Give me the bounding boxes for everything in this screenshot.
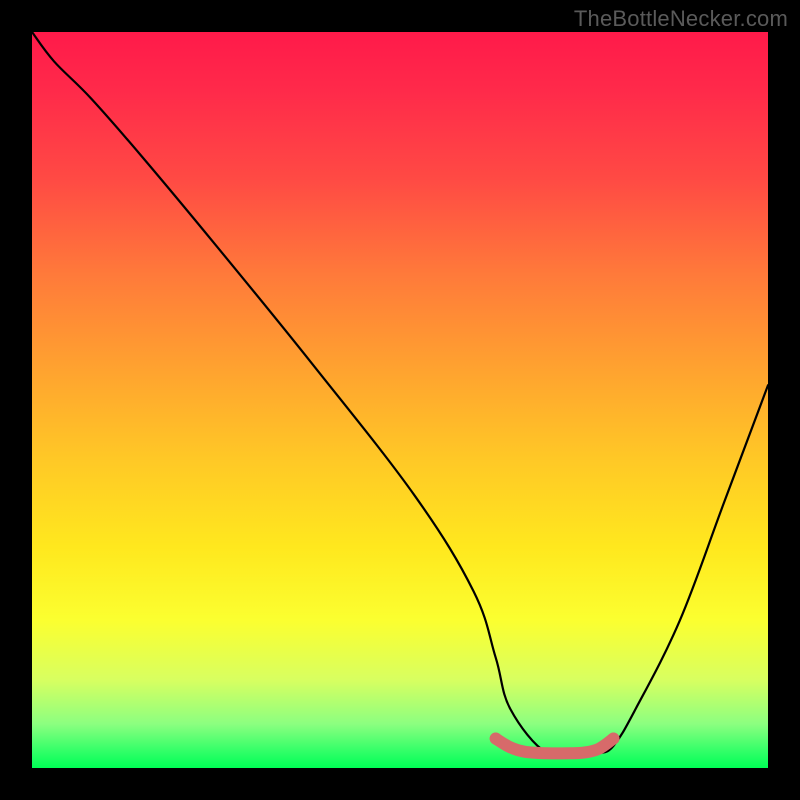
optimal-band-path: [496, 739, 614, 754]
chart-svg: [32, 32, 768, 768]
optimal-band-end-dot: [607, 733, 619, 745]
bottleneck-curve-path: [32, 32, 768, 757]
optimal-band-start-dot: [490, 733, 502, 745]
attribution-text: TheBottleNecker.com: [574, 6, 788, 32]
plot-area: [32, 32, 768, 768]
